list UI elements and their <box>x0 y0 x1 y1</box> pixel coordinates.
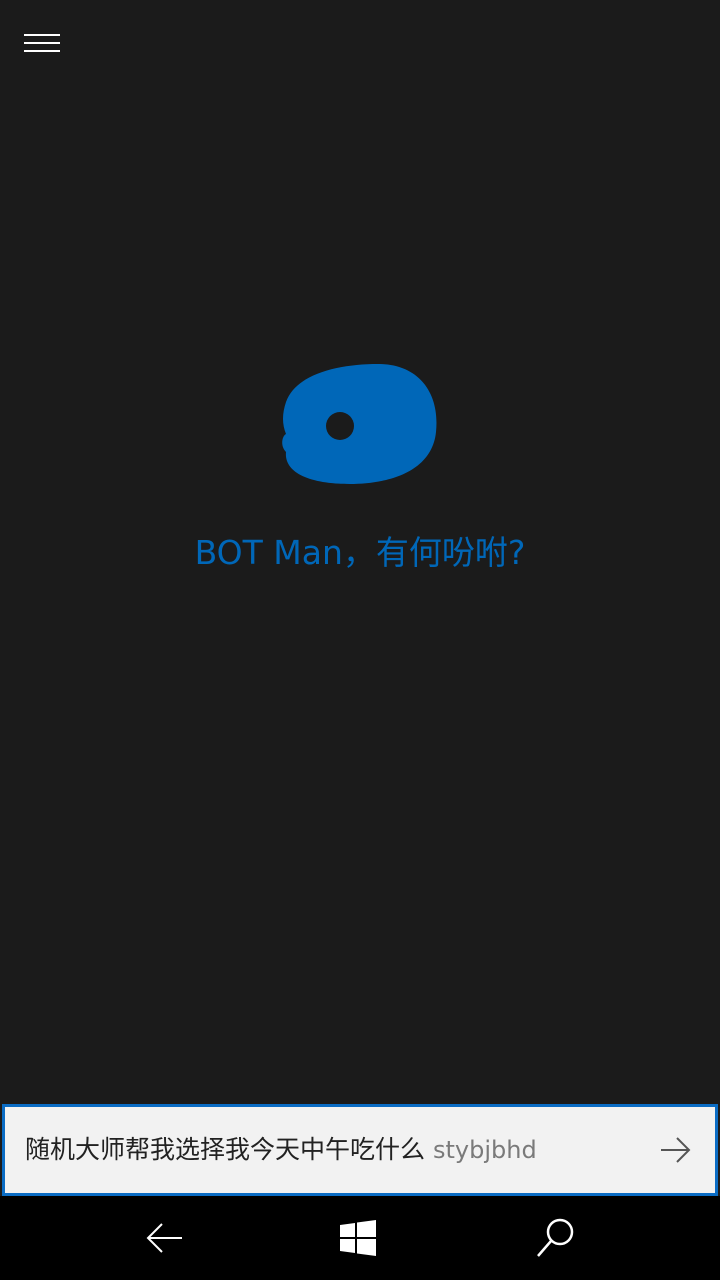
system-nav-bar <box>0 1196 720 1280</box>
search-icon[interactable] <box>534 1216 578 1260</box>
logo-eye <box>326 412 354 440</box>
ime-composition-text: stybjbhd <box>433 1136 537 1164</box>
arrow-right-icon[interactable] <box>659 1133 693 1167</box>
query-input[interactable]: 随机大师帮我选择我今天中午吃什么 stybjbhd <box>25 1107 537 1193</box>
menu-line <box>24 34 60 36</box>
assistant-screen: BOT Man，有何吩咐? 随机大师帮我选择我今天中午吃什么 stybjbhd <box>0 0 720 1280</box>
windows-logo-icon[interactable] <box>336 1216 380 1260</box>
typed-query-text: 随机大师帮我选择我今天中午吃什么 <box>25 1135 426 1164</box>
cortana-logo-icon <box>282 364 437 484</box>
back-arrow-icon[interactable] <box>142 1216 186 1260</box>
menu-line <box>24 50 60 52</box>
hamburger-menu-icon[interactable] <box>20 26 64 62</box>
greeting-text: BOT Man，有何吩咐? <box>194 533 526 572</box>
logo-blob <box>282 364 437 484</box>
query-input-bar[interactable]: 随机大师帮我选择我今天中午吃什么 stybjbhd <box>2 1104 718 1196</box>
menu-line <box>24 42 60 44</box>
